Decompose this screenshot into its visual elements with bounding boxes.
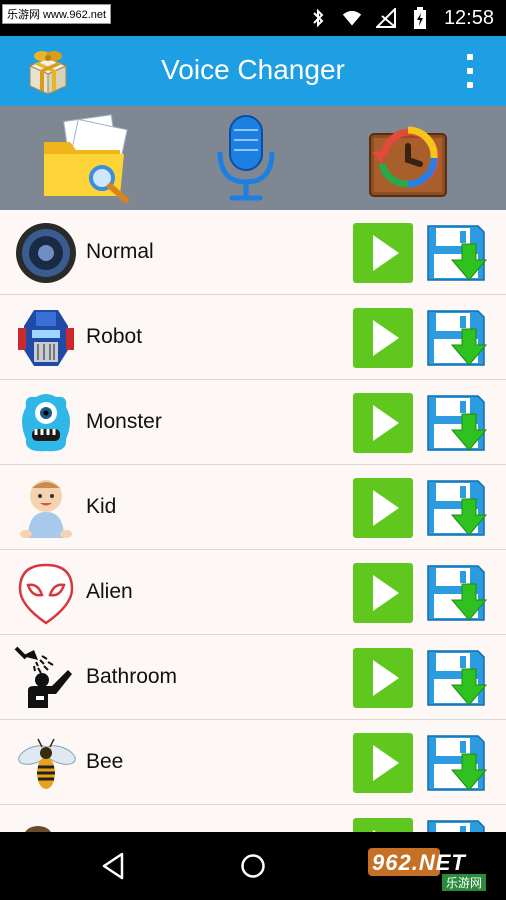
speaker-icon (14, 221, 78, 285)
effect-label: Robot (86, 325, 143, 348)
effect-label: Alien (86, 580, 133, 603)
play-button[interactable] (353, 308, 413, 368)
toolbar (0, 106, 506, 210)
alien-icon (14, 561, 78, 625)
bluetooth-icon (308, 8, 328, 28)
save-download-icon[interactable] (426, 477, 488, 539)
save-download-icon[interactable] (426, 647, 488, 709)
watermark-sub: 乐游网 (442, 874, 487, 891)
baby-icon (14, 476, 78, 540)
home-icon[interactable] (240, 853, 266, 879)
watermark-bottom: 962.NET 乐游网 (368, 848, 500, 894)
effect-row-bee: Bee (0, 720, 506, 805)
effect-label: Bee (86, 750, 124, 773)
effect-row-alien: Alien (0, 550, 506, 635)
status-bar: 乐游网 www.962.net 12:58 (0, 0, 506, 36)
play-button[interactable] (353, 733, 413, 793)
effect-row-monster: Monster (0, 380, 506, 465)
battery-charging-icon (410, 7, 430, 29)
effect-list: Normal Robot Monster Kid Alien Bathroom … (0, 210, 506, 832)
effect-label: Kid (86, 495, 117, 518)
save-download-icon[interactable] (426, 817, 488, 832)
navigation-bar: 962.NET 乐游网 (0, 832, 506, 900)
wifi-icon (342, 8, 362, 28)
back-icon[interactable] (100, 852, 126, 880)
effect-row-robot: Robot (0, 295, 506, 380)
bee-icon (14, 731, 78, 795)
microphone-icon[interactable] (200, 112, 292, 204)
history-icon[interactable] (362, 112, 454, 204)
save-download-icon[interactable] (426, 562, 488, 624)
save-download-icon[interactable] (426, 222, 488, 284)
effect-row-partial (0, 805, 506, 832)
effect-label: Bathroom (86, 665, 178, 688)
save-download-icon[interactable] (426, 307, 488, 369)
effect-row-normal: Normal (0, 210, 506, 295)
play-button[interactable] (353, 648, 413, 708)
partial-row-icon (14, 816, 78, 832)
effect-label: Normal (86, 240, 154, 263)
no-signal-icon (375, 8, 396, 28)
app-title: Voice Changer (161, 54, 345, 85)
robot-icon (14, 306, 78, 370)
overflow-menu-icon[interactable] (462, 54, 478, 88)
folder-search-icon[interactable] (40, 112, 132, 204)
save-download-icon[interactable] (426, 732, 488, 794)
play-button[interactable] (353, 478, 413, 538)
play-button[interactable] (353, 393, 413, 453)
app-bar: Voice Changer (0, 36, 506, 106)
effect-label: Monster (86, 410, 162, 433)
watermark-main: 962.NET (372, 850, 466, 875)
clock: 12:58 (443, 6, 494, 29)
play-button[interactable] (353, 563, 413, 623)
monster-icon (14, 391, 78, 455)
watermark-top: 乐游网 www.962.net (2, 4, 112, 24)
play-button[interactable] (353, 818, 413, 832)
shower-icon (14, 646, 78, 710)
play-button[interactable] (353, 223, 413, 283)
effect-row-bathroom: Bathroom (0, 635, 506, 720)
save-download-icon[interactable] (426, 392, 488, 454)
effect-row-kid: Kid (0, 465, 506, 550)
status-icons: 12:58 (308, 4, 494, 32)
